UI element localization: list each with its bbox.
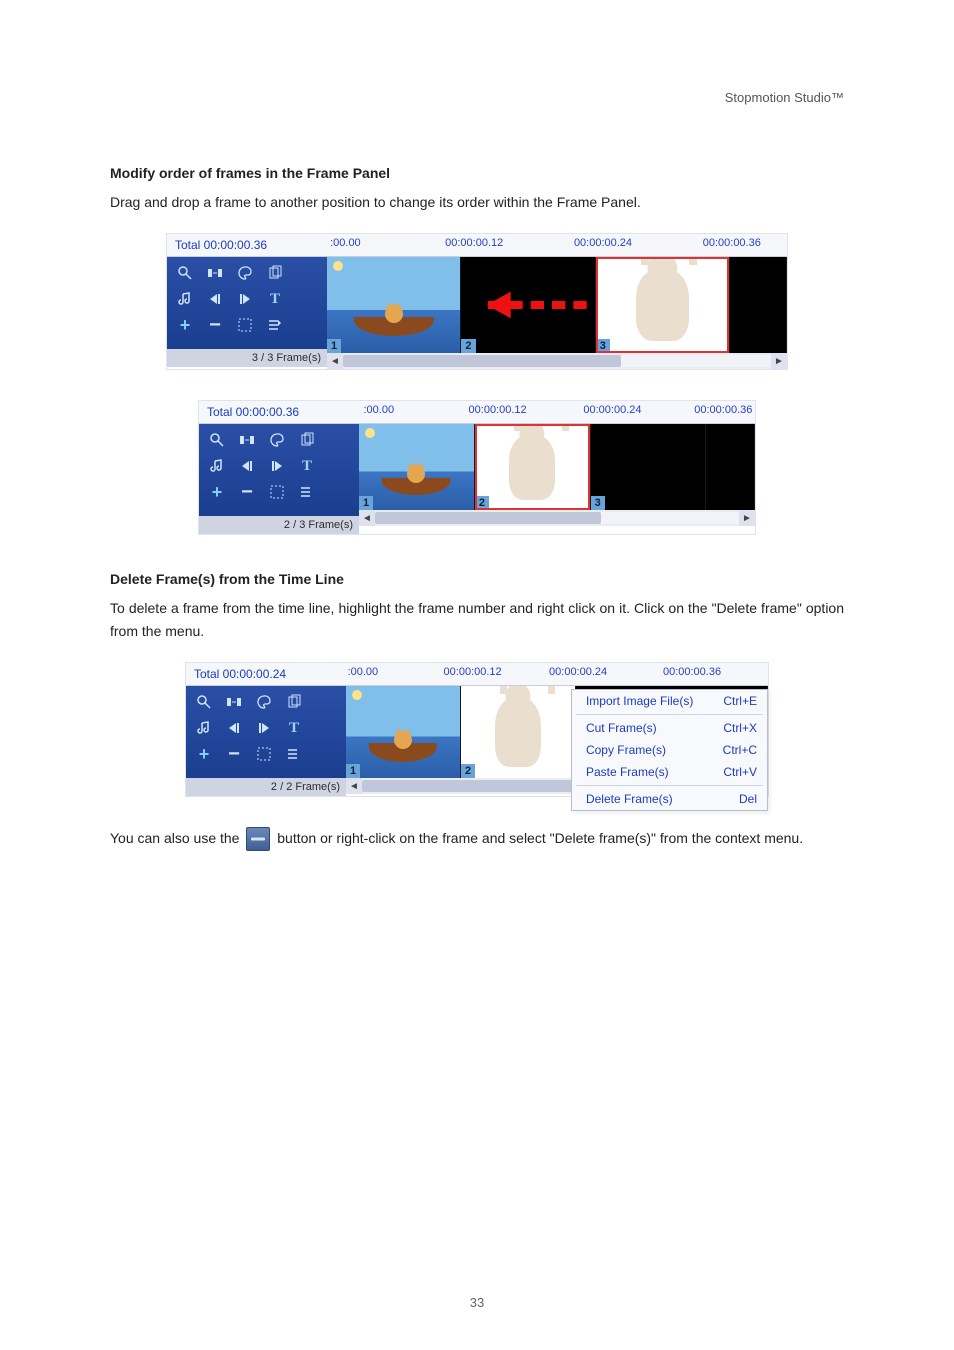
figure-reorder-after: Total 00:00:00.36 T [198,400,756,535]
step-back-icon[interactable] [205,289,225,309]
audio-icon[interactable] [175,289,195,309]
frame-strip[interactable]: 1 2 3 [359,424,755,510]
step-back-icon[interactable] [224,718,244,738]
step-forward-icon[interactable] [254,718,274,738]
zoom-icon[interactable] [194,692,214,712]
frame-empty [706,424,755,510]
remove-icon[interactable]: − [205,315,225,335]
figure-reorder-before: Total 00:00:00.36 T [166,233,788,370]
audio-icon[interactable] [207,456,227,476]
frame-thumb-selected[interactable]: 3 [596,257,730,353]
add-icon[interactable]: + [175,315,195,335]
horizontal-scrollbar[interactable]: ◄ ► [359,510,755,526]
audio-icon[interactable] [194,718,214,738]
section-heading-reorder: Modify order of frames in the Frame Pane… [110,165,844,181]
time-ruler: :00.00 00:00:00.12 00:00:00.24 00:00:00.… [327,234,787,257]
section-body-delete-tail: You can also use the button or right-cli… [110,827,844,851]
scroll-left-icon[interactable]: ◄ [359,510,375,526]
frame-thumb-selected[interactable]: 2 [475,424,591,510]
frame-strip[interactable]: 1 2 3 [327,257,787,353]
total-duration: Total 00:00:00.36 [167,234,327,257]
list-menu-icon[interactable] [297,482,317,502]
text-tool-icon[interactable]: T [284,718,304,738]
ctx-import[interactable]: Import Image File(s)Ctrl+E [572,690,767,712]
section-body-delete: To delete a frame from the time line, hi… [110,597,844,642]
remove-icon[interactable]: − [224,744,244,764]
context-menu[interactable]: Import Image File(s)Ctrl+E Cut Frame(s)C… [571,689,768,811]
split-icon[interactable] [224,692,244,712]
add-icon[interactable]: + [194,744,214,764]
copy-icon[interactable] [284,692,304,712]
time-ruler: :00.00 00:00:00.12 00:00:00.24 00:00:00.… [359,401,755,424]
copy-icon[interactable] [265,263,285,283]
split-icon[interactable] [205,263,225,283]
frame-thumb[interactable]: 3 [591,424,707,510]
step-forward-icon[interactable] [235,289,255,309]
total-duration: Total 00:00:00.24 [186,663,346,686]
palette-icon[interactable] [235,263,255,283]
grid-icon[interactable] [254,744,274,764]
ctx-copy[interactable]: Copy Frame(s)Ctrl+C [572,739,767,761]
frame-thumb[interactable]: 1 [346,686,461,778]
page-number: 33 [0,1295,954,1310]
brand-label: Stopmotion Studio™ [110,90,844,105]
frame-thumb[interactable]: 1 [359,424,475,510]
remove-icon[interactable]: − [237,482,257,502]
scroll-left-icon[interactable]: ◄ [346,778,362,794]
frame-thumb[interactable]: 1 [327,257,461,353]
copy-icon[interactable] [297,430,317,450]
frame-count: 2 / 3 Frame(s) [199,516,359,534]
section-body-reorder: Drag and drop a frame to another positio… [110,191,844,213]
text-tool-icon[interactable]: T [297,456,317,476]
section-heading-delete: Delete Frame(s) from the Time Line [110,571,844,587]
add-icon[interactable]: + [207,482,227,502]
palette-icon[interactable] [267,430,287,450]
split-icon[interactable] [237,430,257,450]
list-menu-icon[interactable] [265,315,285,335]
ctx-cut[interactable]: Cut Frame(s)Ctrl+X [572,717,767,739]
zoom-icon[interactable] [175,263,195,283]
tool-icon-panel: T + − [167,257,327,349]
horizontal-scrollbar[interactable]: ◄ ► [327,353,787,369]
zoom-icon[interactable] [207,430,227,450]
list-menu-icon[interactable] [284,744,304,764]
frame-thumb[interactable]: 2 [461,686,576,778]
figure-delete: Total 00:00:00.24 T [185,662,769,797]
total-duration: Total 00:00:00.36 [199,401,359,424]
scroll-left-icon[interactable]: ◄ [327,353,343,369]
scroll-right-icon[interactable]: ► [739,510,755,526]
frame-thumb[interactable]: 2 [461,257,595,353]
palette-icon[interactable] [254,692,274,712]
grid-icon[interactable] [235,315,255,335]
frame-empty [730,257,787,353]
frame-count: 2 / 2 Frame(s) [186,778,346,796]
step-back-icon[interactable] [237,456,257,476]
ctx-paste[interactable]: Paste Frame(s)Ctrl+V [572,761,767,783]
remove-button-icon [246,827,270,851]
time-ruler: :00.00 00:00:00.12 00:00:00.24 00:00:00.… [346,663,768,686]
frame-count: 3 / 3 Frame(s) [167,349,327,367]
scroll-right-icon[interactable]: ► [771,353,787,369]
tool-icon-panel: T + − [186,686,346,778]
grid-icon[interactable] [267,482,287,502]
ctx-delete[interactable]: Delete Frame(s)Del [572,788,767,810]
step-forward-icon[interactable] [267,456,287,476]
text-tool-icon[interactable]: T [265,289,285,309]
tool-icon-panel: T + − [199,424,359,516]
